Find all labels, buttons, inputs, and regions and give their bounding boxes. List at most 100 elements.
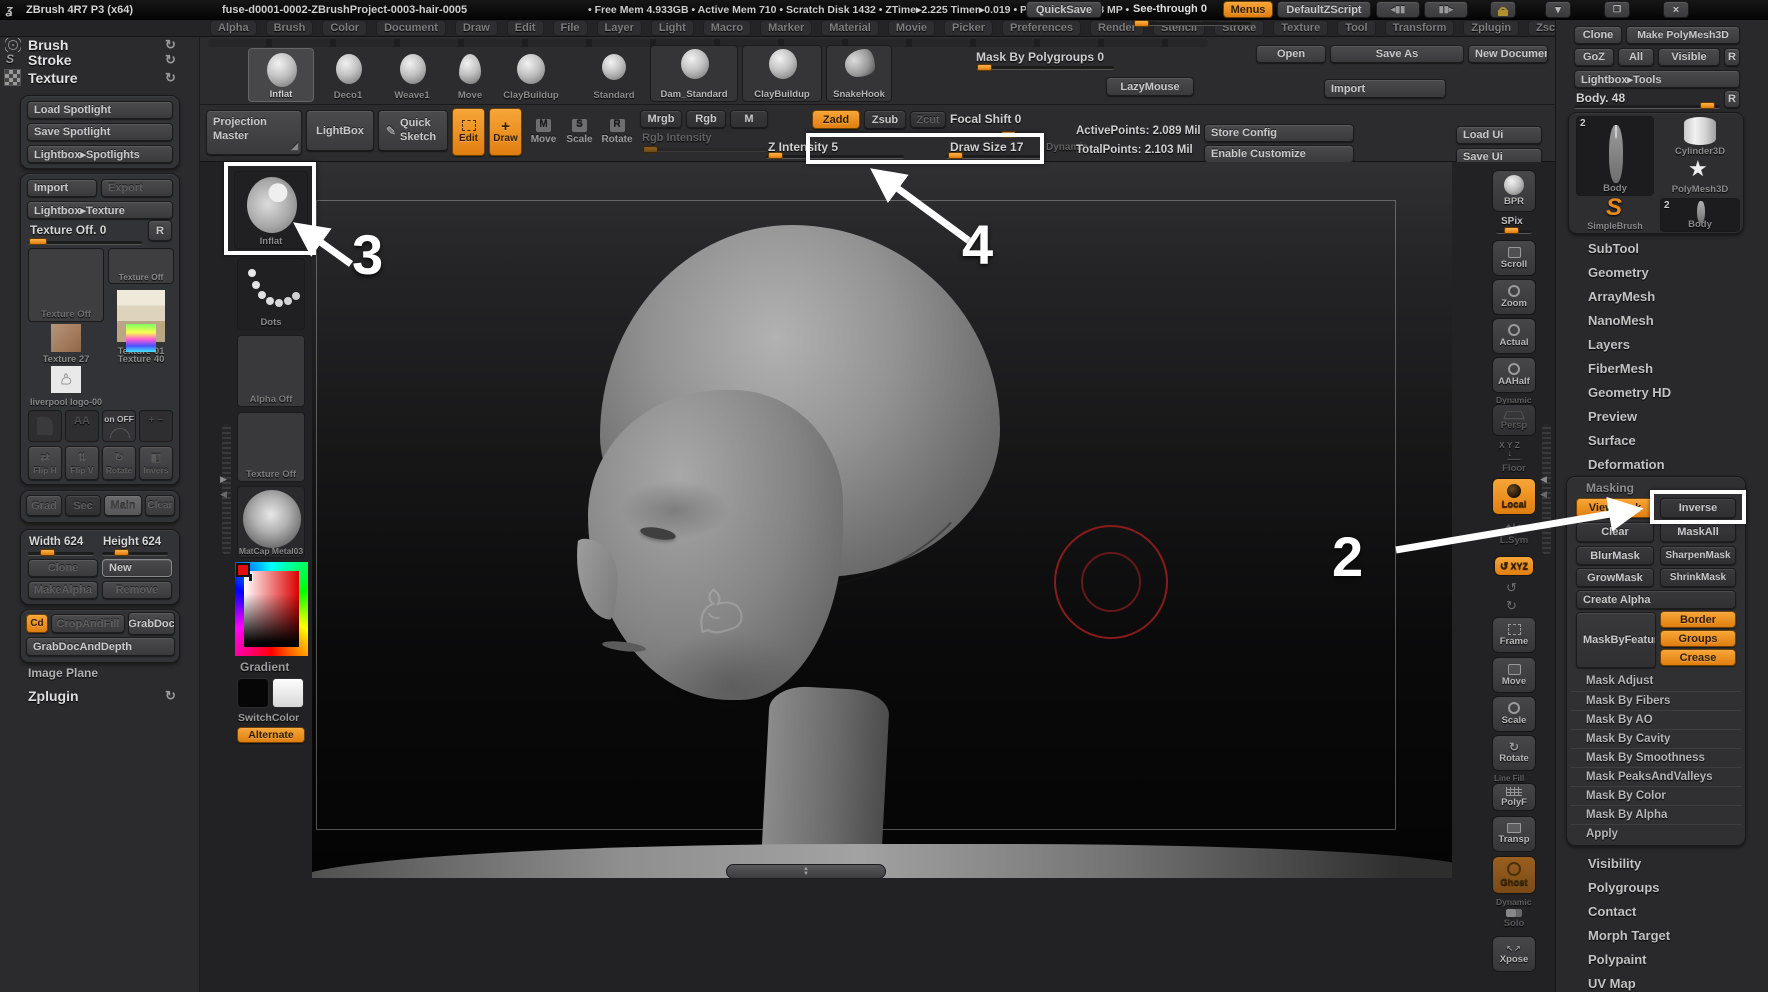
rgb-intensity-slider[interactable] [642, 148, 768, 152]
goz-visible-button[interactable]: Visible [1658, 48, 1720, 66]
mask-border-button[interactable]: Border [1660, 611, 1736, 628]
tray-collapse-icon[interactable]: ◀ [220, 489, 227, 500]
restore-button[interactable]: ❒ [1604, 1, 1630, 18]
tool-thumb-cylinder3d[interactable]: Cylinder3D [1660, 116, 1740, 158]
stroke-refresh-icon[interactable]: ↻ [165, 52, 176, 68]
blurmask-button[interactable]: BlurMask [1576, 546, 1654, 565]
divider-collapse-right-button[interactable]: ▮▮▸ [1424, 1, 1468, 18]
menu-tool[interactable]: Tool [1337, 20, 1375, 36]
save-spotlight-button[interactable]: Save Spotlight [27, 123, 173, 141]
section-deformation[interactable]: Deformation [1588, 457, 1665, 472]
menu-alpha[interactable]: Alpha [210, 20, 257, 36]
menu-preferences[interactable]: Preferences [1002, 20, 1081, 36]
section-fibermesh[interactable]: FiberMesh [1588, 361, 1653, 376]
mask-by-alpha-row[interactable]: Mask By Alpha [1570, 805, 1742, 824]
menu-document[interactable]: Document [376, 20, 446, 36]
mask-by-fibers-row[interactable]: Mask By Fibers [1570, 691, 1742, 710]
mrgb-button[interactable]: Mrgb [640, 110, 682, 128]
mask-by-cavity-row[interactable]: Mask By Cavity [1570, 729, 1742, 748]
shelf-brush-inflat[interactable]: Inflat [248, 48, 314, 102]
new-doc-button[interactable]: New [102, 559, 172, 577]
texture-import-button[interactable]: Import [27, 179, 97, 197]
growmask-button[interactable]: GrowMask [1576, 568, 1654, 587]
width-slider[interactable] [28, 552, 94, 556]
move-view-button[interactable]: Move [1492, 657, 1536, 693]
color-picker-sv-square[interactable] [244, 571, 299, 647]
maskall-button[interactable]: MaskAll [1660, 522, 1736, 542]
tool-r-button[interactable]: R [1724, 48, 1740, 66]
store-config-button[interactable]: Store Config [1204, 124, 1354, 142]
cropandfill-button[interactable]: CropAndFill [51, 614, 125, 633]
right-tray-collapse-icon[interactable]: ◀ [1540, 489, 1547, 500]
lock-icon[interactable] [1490, 1, 1516, 18]
draw-button[interactable]: + Draw [489, 108, 522, 156]
zoom-button[interactable]: Zoom [1492, 279, 1536, 315]
polyf-button[interactable]: PolyF [1492, 783, 1536, 811]
brush-refresh-icon[interactable]: ↻ [165, 37, 176, 53]
grad-button[interactable]: Grad [26, 495, 62, 516]
clone-doc-button[interactable]: Clone [28, 559, 98, 577]
tray-active-stroke[interactable]: Dots [237, 258, 305, 330]
clear-button[interactable]: Clear [145, 495, 175, 516]
tool-thumb-body[interactable]: 2 Body [1576, 116, 1654, 196]
rgb-button[interactable]: Rgb [686, 110, 726, 128]
menu-material[interactable]: Material [821, 20, 879, 36]
mask-by-color-row[interactable]: Mask By Color [1570, 786, 1742, 805]
sculpt-canvas[interactable] [312, 162, 1452, 878]
solo-button[interactable]: Solo [1492, 906, 1536, 932]
main-button[interactable]: Main [104, 495, 142, 516]
section-geometry[interactable]: Geometry [1588, 265, 1649, 280]
divider-collapse-left-button[interactable]: ◂▮▮ [1376, 1, 1420, 18]
y-rotate-icon[interactable]: ↺ [1506, 580, 1517, 596]
see-through-slider-handle[interactable] [1134, 20, 1149, 27]
remove-button[interactable]: Remove [102, 581, 172, 599]
create-alpha-button[interactable]: Create Alpha [1576, 590, 1736, 609]
zadd-button[interactable]: Zadd [812, 110, 860, 129]
menu-texture[interactable]: Texture [1273, 20, 1328, 36]
invers-button[interactable]: ◧Invers [139, 446, 173, 480]
texture-40-thumb[interactable]: Texture 40 [108, 322, 174, 366]
local-button[interactable]: Local [1492, 478, 1536, 515]
rgb-intensity-handle[interactable] [643, 146, 658, 153]
m-button[interactable]: M [730, 110, 768, 128]
tool-thumb-polymesh3d[interactable]: ★ PolyMesh3D [1660, 160, 1740, 196]
lazymouse-button[interactable]: LazyMouse [1106, 77, 1194, 96]
height-slider[interactable] [102, 552, 168, 556]
section-surface[interactable]: Surface [1588, 433, 1636, 448]
cd-button[interactable]: Cd [26, 614, 48, 633]
active-color-swatch[interactable] [236, 563, 250, 577]
make-polymesh3d-button[interactable]: Make PolyMesh3D [1626, 26, 1740, 44]
stroke-palette-header[interactable]: Stroke [28, 52, 72, 68]
new-document-button[interactable]: New Document [1468, 45, 1548, 63]
menu-brush[interactable]: Brush [266, 20, 314, 36]
texture-plus-minus-icon[interactable]: + − [139, 410, 173, 442]
gradient-label[interactable]: Gradient [240, 660, 289, 674]
height-slider-handle[interactable] [114, 549, 129, 556]
aahalf-button[interactable]: AAHalf [1492, 357, 1536, 393]
switchcolor-white-swatch[interactable] [272, 678, 304, 708]
maskbyfeature-button[interactable]: MaskByFeature [1576, 612, 1656, 668]
tray-expand-icon[interactable]: ▶ [220, 474, 227, 485]
apply-row[interactable]: Apply [1570, 824, 1742, 843]
scroll-button[interactable]: Scroll [1492, 240, 1536, 276]
tray-active-material[interactable]: MatCap Metal03 [237, 486, 305, 558]
z-rotate-icon[interactable]: ↻ [1506, 598, 1517, 614]
shelf-brush-claybuildup[interactable]: ClayBuildup [498, 52, 564, 102]
grabdocanddepth-button[interactable]: GrabDocAndDepth [26, 637, 175, 656]
minimize-button[interactable]: ▾ [1545, 1, 1571, 18]
texture-off-small-thumb[interactable]: Texture Off [108, 248, 174, 284]
z-intensity-handle[interactable] [768, 152, 783, 159]
zplugin-refresh-icon[interactable]: ↻ [165, 688, 176, 704]
tool-thumb-body-2[interactable]: 2 Body [1660, 198, 1740, 232]
enable-customize-button[interactable]: Enable Customize [1204, 145, 1354, 163]
menu-marker[interactable]: Marker [760, 20, 812, 36]
lightbox-texture-button[interactable]: Lightbox▸Texture [27, 201, 173, 219]
shrinkmask-button[interactable]: ShrinkMask [1660, 568, 1736, 587]
open-button[interactable]: Open [1256, 45, 1326, 63]
scale-button[interactable]: S Scale [563, 108, 596, 156]
menu-transform[interactable]: Transform [1385, 20, 1455, 36]
section-arraymesh[interactable]: ArrayMesh [1588, 289, 1655, 304]
frame-button[interactable]: Frame [1492, 617, 1536, 653]
mask-by-smoothness-row[interactable]: Mask By Smoothness [1570, 748, 1742, 767]
tray-active-alpha[interactable]: Alpha Off [237, 335, 305, 407]
